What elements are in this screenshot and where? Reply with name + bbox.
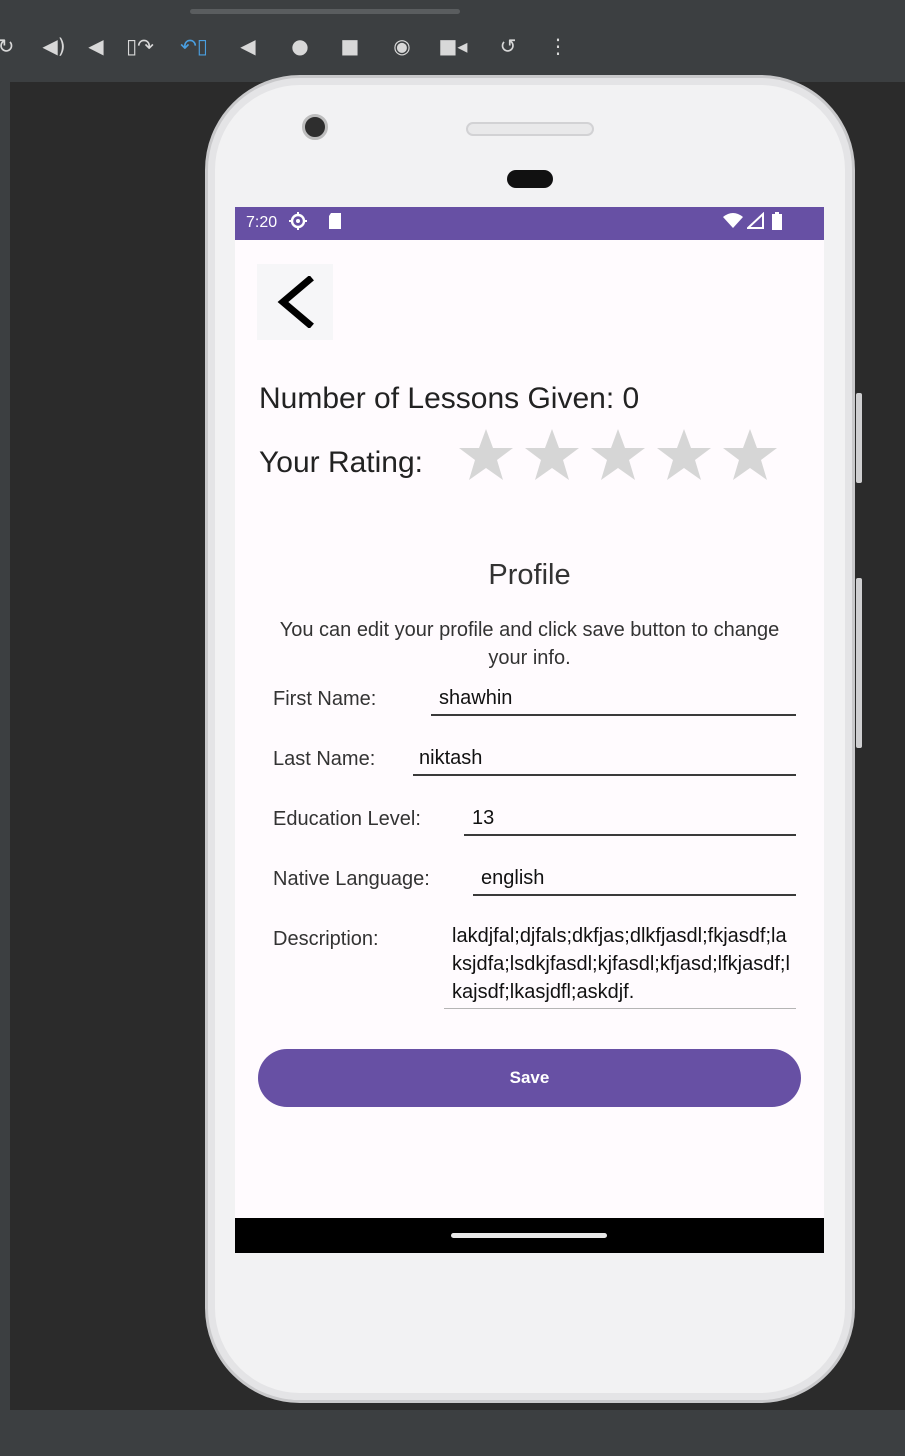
sd-card-icon [328, 212, 342, 234]
first-name-field[interactable] [431, 682, 796, 716]
more-icon[interactable]: ⋮ [542, 30, 574, 62]
description-label: Description: [273, 928, 379, 950]
overview-icon[interactable]: ■ [334, 30, 366, 62]
volume-up-icon[interactable]: ◀) [38, 30, 70, 62]
chevron-left-icon [277, 276, 314, 328]
native-language-label: Native Language: [273, 868, 430, 890]
earpiece-speaker [466, 122, 594, 136]
profile-title: Profile [488, 559, 571, 591]
star-icon[interactable] [589, 427, 647, 485]
star-icon[interactable] [457, 427, 515, 485]
battery-icon [771, 212, 783, 234]
native-language-field[interactable] [473, 862, 796, 896]
record-icon[interactable]: ■◂ [437, 30, 469, 62]
last-name-label: Last Name: [273, 748, 376, 770]
power-button[interactable] [856, 393, 862, 483]
settings-status-icon [289, 212, 307, 234]
volume-down-icon[interactable]: ◀ [80, 30, 112, 62]
signal-icon [745, 211, 765, 234]
emulator-toolbar: ↻ ◀) ◀ ▯↷ ↶▯ ◀ ● ■ ◉ ■◂ ↺ ⋮ [0, 0, 905, 82]
wifi-icon [723, 212, 743, 234]
home-icon[interactable]: ● [284, 30, 316, 62]
rotate-left-icon[interactable]: ↶▯ [178, 30, 210, 62]
star-icon[interactable] [655, 427, 713, 485]
camera-icon[interactable]: ◉ [386, 30, 418, 62]
status-bar: 7:20 [235, 207, 824, 240]
star-icon[interactable] [523, 427, 581, 485]
back-button[interactable] [257, 264, 333, 340]
rating-label: Your Rating: [259, 446, 424, 479]
description-field[interactable]: lakdjfal;djfals;dkfjas;dlkfjasdl;fkjasdf… [444, 922, 796, 1009]
star-icon[interactable] [721, 427, 779, 485]
profile-description: You can edit your profile and click save… [279, 619, 780, 669]
toolbar-grip[interactable] [190, 9, 460, 14]
front-camera-icon [302, 114, 328, 140]
system-nav-bar [235, 1218, 824, 1253]
volume-rocker[interactable] [856, 578, 862, 748]
education-level-label: Education Level: [273, 808, 421, 830]
proximity-sensor [507, 170, 553, 188]
education-level-field[interactable] [464, 802, 796, 836]
lessons-count-text: Number of Lessons Given: 0 [259, 382, 640, 415]
emulator-bottom-panel [0, 1410, 905, 1456]
last-name-field[interactable] [413, 742, 796, 776]
app-screen: 7:20 Number of Lessons Given: 0 Your Rat… [235, 207, 824, 1253]
rotate-right-icon[interactable]: ▯↷ [124, 30, 156, 62]
emulator-side-panel [0, 82, 10, 1412]
status-time: 7:20 [246, 214, 278, 231]
rating-stars[interactable] [457, 427, 779, 485]
first-name-label: First Name: [273, 688, 377, 710]
rotate-icon[interactable]: ↻ [0, 30, 22, 62]
home-gesture-handle[interactable] [451, 1233, 607, 1238]
back-icon[interactable]: ◀ [232, 30, 264, 62]
undo-icon[interactable]: ↺ [492, 30, 524, 62]
save-button[interactable]: Save [258, 1049, 801, 1107]
